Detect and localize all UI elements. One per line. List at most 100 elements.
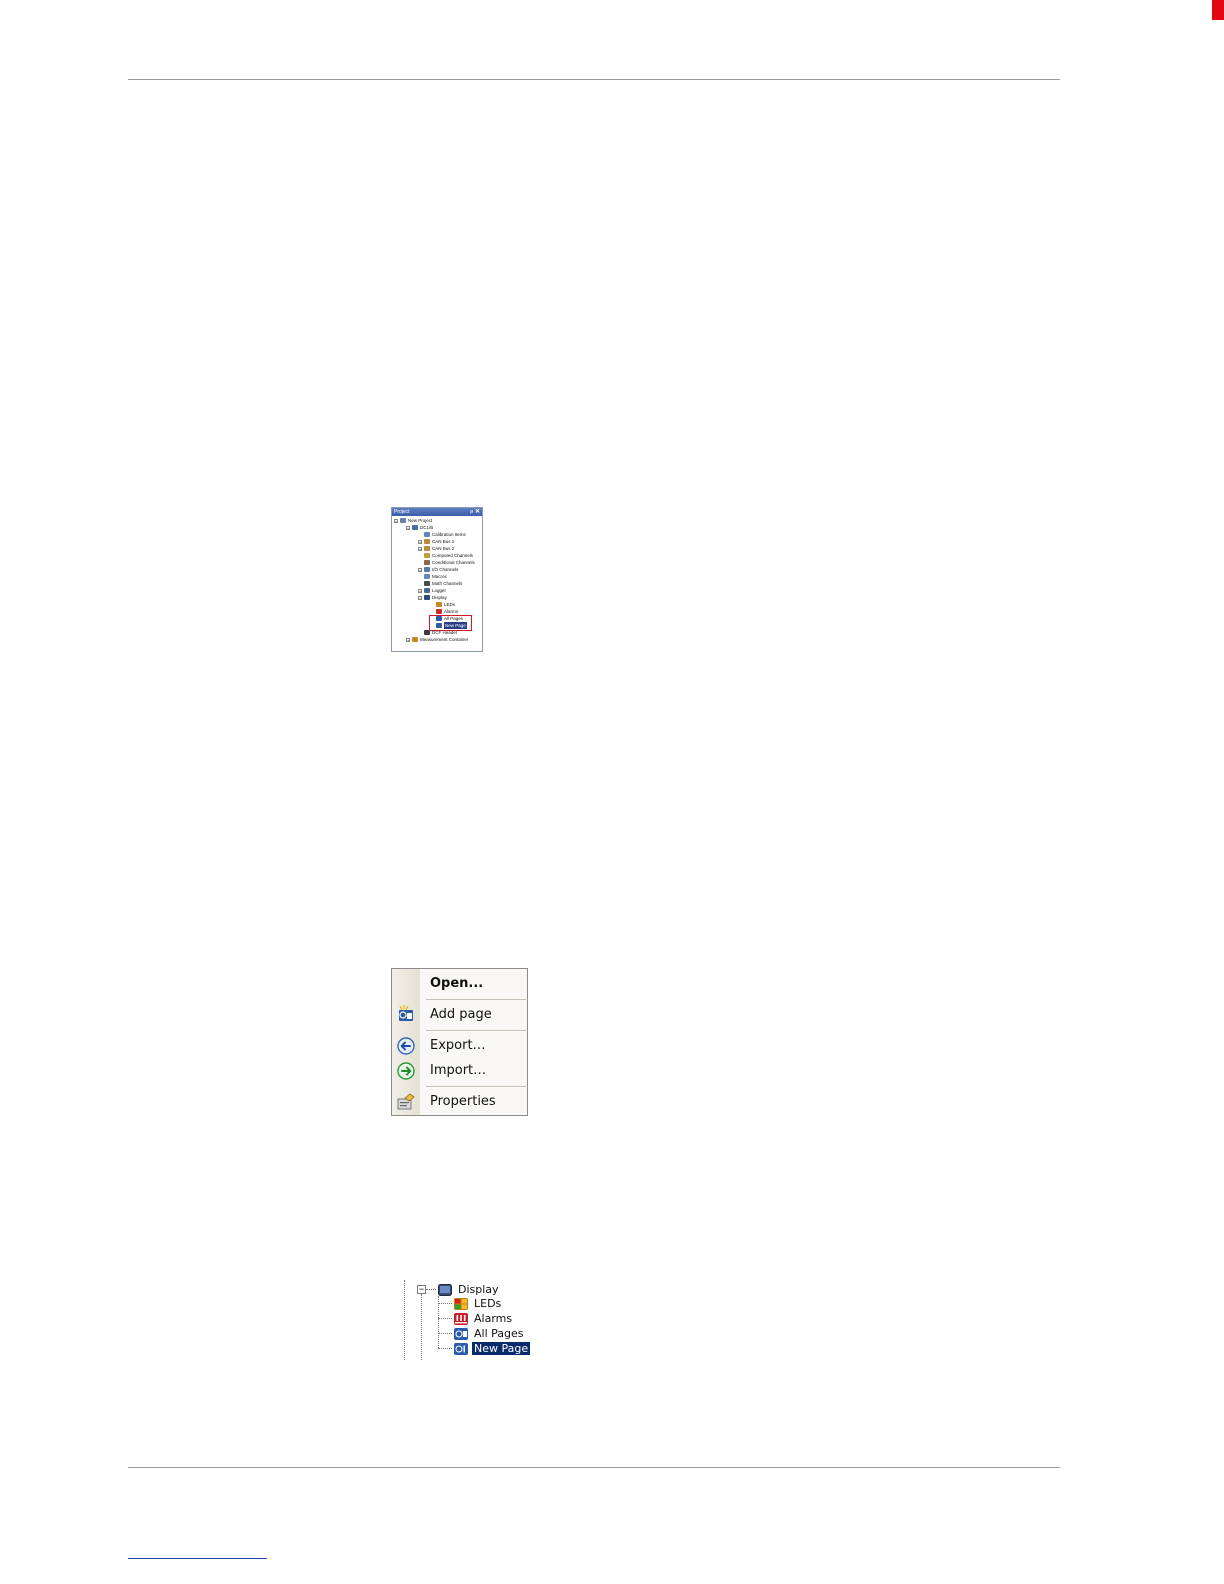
expand-icon[interactable]: + [418,546,422,551]
menu-item-export[interactable]: Export… [392,1034,527,1058]
container-icon [412,637,418,642]
project-tree-item-label: Display [432,595,447,600]
project-tree-item[interactable]: + CAN Bus 2 [418,545,454,552]
export-arrow-icon [397,1037,415,1055]
can-bus-icon [424,546,430,551]
collapse-icon[interactable]: − [418,595,422,600]
pin-icon[interactable]: ᵽ [470,508,473,516]
device-icon [412,525,418,530]
logger-icon [424,588,430,593]
io-icon [424,567,430,572]
tree-node-leds[interactable]: LEDs [454,1296,503,1311]
project-tree-item[interactable]: − Display [418,594,447,601]
leds-icon [454,1297,468,1310]
tree-guide-line [421,1294,422,1360]
conditional-icon [424,560,430,565]
tree-guide-line [404,1280,405,1360]
import-arrow-icon [397,1062,415,1080]
tree-node-label-selected: New Page [472,1342,531,1355]
header-rule [128,79,1060,80]
tree-node-display[interactable]: Display [438,1282,501,1297]
menu-item-add-page[interactable]: Add page [392,1003,527,1027]
project-icon [400,518,406,523]
menu-item-label: Import… [430,1063,487,1078]
project-tree-item[interactable]: Calibration Items [418,531,466,538]
menu-item-import[interactable]: Import… [392,1059,527,1083]
menu-item-label: Add page [430,1007,492,1022]
leds-icon [436,602,442,607]
project-tree-item-label: Measurement Container [420,637,469,642]
tree-guide-line [438,1333,452,1334]
collapse-icon[interactable]: − [394,518,398,523]
tree-guide-line [438,1303,452,1304]
computed-icon [424,553,430,558]
tree-node-label: LEDs [474,1297,502,1310]
properties-icon [397,1093,415,1110]
menu-item-label: Properties [430,1094,496,1109]
menu-separator [426,1030,526,1031]
menu-item-label: Open... [430,976,484,991]
tree-node-new-page[interactable]: New Page [454,1341,531,1356]
alarm-icon [436,609,442,614]
project-tree-item[interactable]: Macros [418,573,447,580]
math-icon [424,581,430,586]
project-tree-item[interactable]: + Measurement Container [406,636,468,643]
add-page-icon [399,1005,413,1021]
project-panel: Project ᵽ ✕ − New Project − DC1/B Calibratio… [391,507,483,652]
expand-icon[interactable]: + [418,539,422,544]
collapse-icon[interactable]: − [406,525,410,530]
close-icon[interactable]: ✕ [475,508,480,516]
project-tree-item[interactable]: − New Project [394,517,432,524]
project-tree-item[interactable]: Math Channels [418,580,462,587]
project-tree-item[interactable]: Alarms [430,608,458,615]
can-bus-icon [424,539,430,544]
menu-item-properties[interactable]: Properties [392,1090,527,1114]
highlight-box [429,615,472,631]
project-tree-item[interactable]: Conditional Channels [418,559,475,566]
expand-icon[interactable]: + [418,588,422,593]
pages-icon [454,1327,468,1340]
context-menu: Open... Add page Export… Import… Propert… [391,968,528,1116]
menu-item-label: Export… [430,1038,486,1053]
calibration-icon [424,532,430,537]
project-tree-item-label: Logger [432,588,447,593]
macro-icon [424,574,430,579]
display-tree: − Display LEDs Alarms All Pages New Page [400,1280,540,1360]
project-tree-item[interactable]: Computed Channels [418,552,473,559]
project-tree-item-label: DC1/B [420,525,434,530]
tree-guide-line [438,1348,452,1349]
menu-item-open[interactable]: Open... [392,972,527,996]
project-tree-item[interactable]: + CAN Bus 1 [418,538,454,545]
project-tree-item-label: Computed Channels [432,553,474,558]
project-tree-item[interactable]: + I/O Channels [418,566,458,573]
tree-node-all-pages[interactable]: All Pages [454,1326,526,1341]
menu-separator [426,1086,526,1087]
tree-guide-line [426,1289,436,1290]
project-tree-item[interactable]: LEDs [430,601,455,608]
alarm-icon [454,1312,468,1325]
project-tree-item-label: New Project [408,518,433,523]
project-tree-item-label: LEDs [444,602,456,607]
expand-icon[interactable]: + [418,567,422,572]
project-tree-item-label: CAN Bus 2 [432,546,455,551]
display-icon [424,595,430,600]
project-tree-item-label: Conditional Channels [432,560,475,565]
collapse-toggle[interactable]: − [417,1285,426,1294]
project-tree-item-label: Calibration Items [432,532,466,537]
project-tree-item[interactable]: + Logger [418,587,446,594]
project-tree-item-label: Alarms [444,609,459,614]
tree-node-alarms[interactable]: Alarms [454,1311,514,1326]
display-icon [438,1283,452,1296]
tree-guide-line [438,1318,452,1319]
page-edge-marker [1212,0,1224,20]
tree-node-label: All Pages [474,1327,524,1340]
tree-node-label: Display [458,1283,499,1296]
page-icon [454,1342,468,1355]
expand-icon[interactable]: + [406,637,410,642]
project-panel-title: Project [394,509,410,515]
tree-node-label: Alarms [474,1312,513,1325]
footer-link-underline[interactable] [128,1558,267,1559]
project-tree-item-label: Math Channels [432,581,463,586]
project-panel-titlebar: Project ᵽ ✕ [392,508,482,516]
project-tree-item[interactable]: − DC1/B [406,524,433,531]
